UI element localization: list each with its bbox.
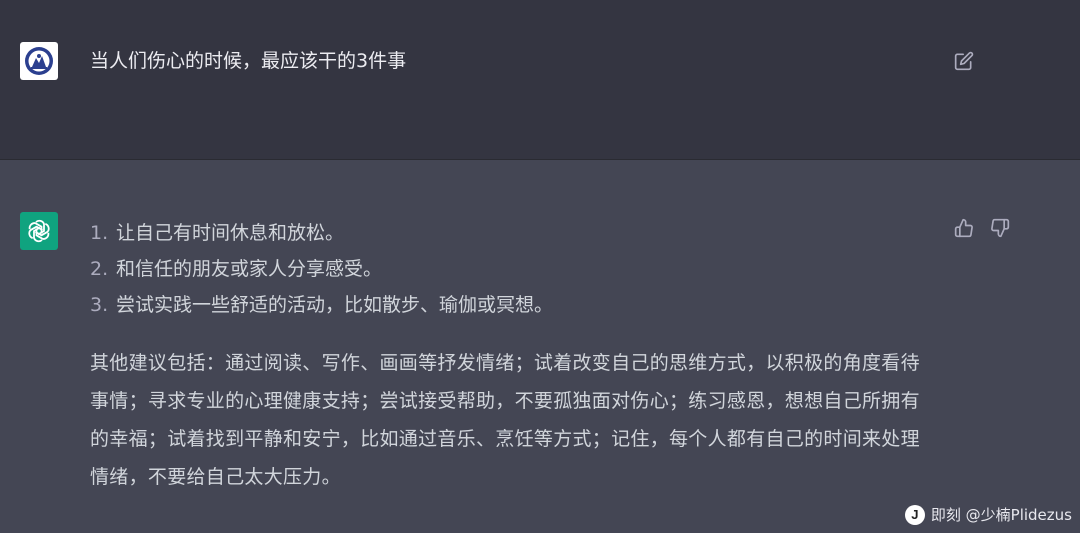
user-avatar-icon (25, 47, 53, 75)
list-number: 2. (90, 258, 109, 280)
list-item: 3. 尝试实践一些舒适的活动，比如散步、瑜伽或冥想。 (90, 287, 940, 323)
list-item: 2. 和信任的朋友或家人分享感受。 (90, 251, 940, 287)
thumbs-down-button[interactable] (988, 216, 1012, 240)
list-item: 1. 让自己有时间休息和放松。 (90, 215, 940, 251)
list-item-text: 让自己有时间休息和放松。 (116, 222, 345, 244)
watermark: J 即刻 @少楠Plidezus (904, 504, 1072, 525)
list-number: 1. (90, 222, 109, 244)
list-number: 3. (90, 294, 109, 316)
assistant-avatar (20, 212, 58, 250)
user-prompt-text: 当人们伤心的时候，最应该干的3件事 (90, 50, 407, 72)
jike-logo-icon: J (904, 504, 925, 525)
list-item-text: 和信任的朋友或家人分享感受。 (116, 258, 383, 280)
assistant-answer: 1. 让自己有时间休息和放松。 2. 和信任的朋友或家人分享感受。 3. 尝试实践一些… (90, 215, 940, 496)
edit-icon (954, 51, 974, 71)
user-message-row: 当人们伤心的时候，最应该干的3件事 (0, 0, 1080, 160)
thumbs-down-icon (991, 218, 1010, 238)
answer-paragraph: 其他建议包括：通过阅读、写作、画画等抒发情绪；试着改变自己的思维方式，以积极的角… (90, 352, 920, 488)
list-item-text: 尝试实践一些舒适的活动，比如散步、瑜伽或冥想。 (116, 294, 554, 316)
thumbs-up-button[interactable] (952, 216, 976, 240)
thumbs-up-icon (954, 218, 973, 238)
answer-list: 1. 让自己有时间休息和放松。 2. 和信任的朋友或家人分享感受。 3. 尝试实践一些… (90, 215, 940, 323)
chatgpt-logo-icon (28, 219, 50, 243)
user-avatar (20, 42, 58, 80)
watermark-text: 即刻 @少楠Plidezus (930, 506, 1072, 524)
assistant-message-row: 1. 让自己有时间休息和放松。 2. 和信任的朋友或家人分享感受。 3. 尝试实践一些… (0, 160, 1080, 533)
feedback-buttons (952, 216, 1012, 240)
edit-button[interactable] (951, 48, 977, 74)
chat-page: 当人们伤心的时候，最应该干的3件事 1. 让自己有时间休息和放松。 2. 和信任… (0, 0, 1080, 533)
